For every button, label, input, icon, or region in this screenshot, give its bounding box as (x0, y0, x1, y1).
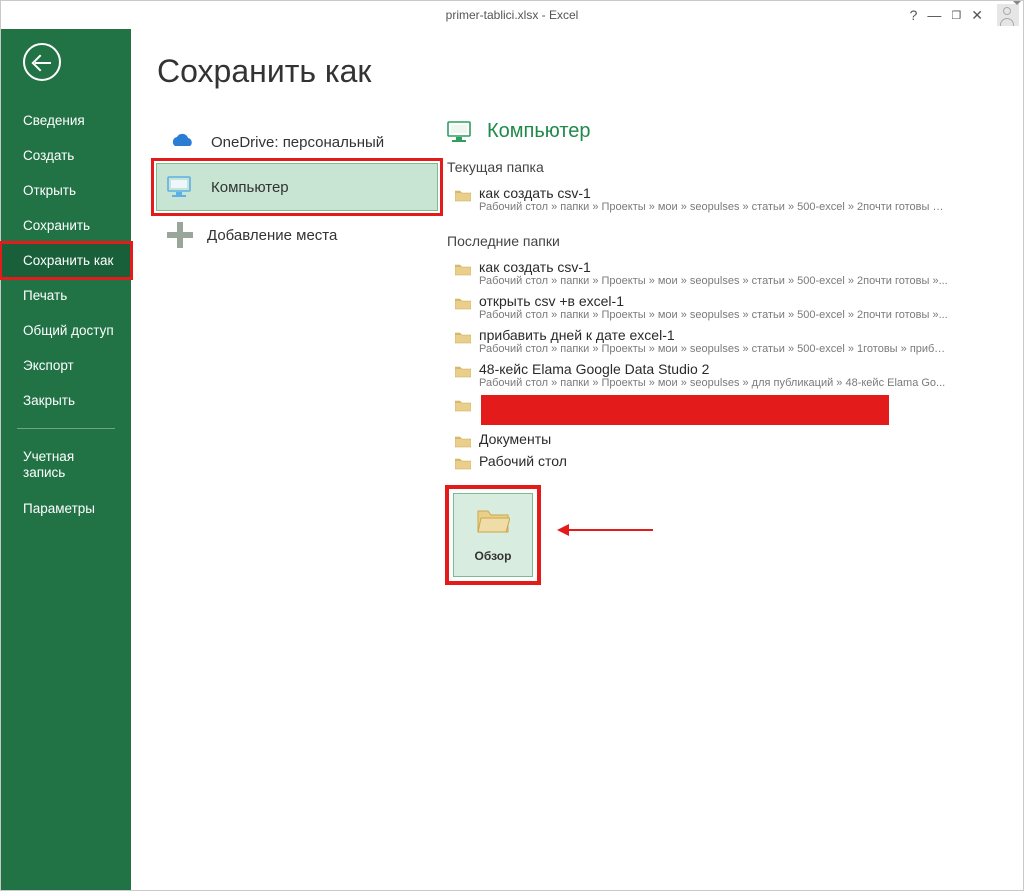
plus-icon (167, 222, 193, 248)
folder-icon (455, 398, 471, 410)
back-button[interactable] (23, 43, 61, 81)
browse-button[interactable]: Обзор (453, 493, 533, 577)
recent-folder-redacted[interactable] (447, 391, 995, 427)
browse-label: Обзор (475, 549, 512, 563)
sidebar-item-close[interactable]: Закрыть (1, 383, 131, 418)
redacted-overlay (481, 395, 889, 425)
folder-icon (455, 262, 471, 274)
location-addplace-label: Добавление места (207, 227, 337, 244)
backstage-main: Сохранить как OneDrive: персональный Ком… (131, 29, 1023, 890)
folder-icon (455, 456, 471, 468)
recent-folder-desktop[interactable]: Рабочий стол (447, 449, 995, 471)
sidebar-item-info[interactable]: Сведения (1, 103, 131, 138)
cloud-icon (167, 132, 197, 152)
recent-folder[interactable]: открыть csv +в excel-1 Рабочий стол » па… (447, 289, 995, 323)
annotation-arrow (563, 529, 653, 531)
folder-name: как создать csv-1 (479, 185, 995, 201)
sidebar-item-open[interactable]: Открыть (1, 173, 131, 208)
folder-name: Рабочий стол (479, 453, 995, 469)
folder-name: прибавить дней к дате excel-1 (479, 327, 995, 343)
folder-name: открыть csv +в excel-1 (479, 293, 995, 309)
minimize-icon[interactable]: — (927, 7, 941, 23)
location-add-place[interactable]: Добавление места (157, 210, 437, 260)
computer-icon (167, 176, 197, 198)
folder-path: Рабочий стол » папки » Проекты » мои » s… (479, 377, 949, 389)
help-icon[interactable]: ? (910, 7, 918, 23)
sidebar-separator (17, 428, 115, 429)
recent-folder[interactable]: прибавить дней к дате excel-1 Рабочий ст… (447, 323, 995, 357)
folder-icon (455, 188, 471, 200)
restore-icon[interactable]: ❐ (951, 9, 961, 22)
location-details: Компьютер Текущая папка как создать csv-… (437, 120, 1023, 577)
recent-folder[interactable]: 48-кейс Elama Google Data Studio 2 Рабоч… (447, 357, 995, 391)
folder-icon (455, 330, 471, 342)
folder-path: Рабочий стол » папки » Проекты » мои » s… (479, 201, 949, 213)
computer-icon (447, 121, 477, 143)
folder-icon (455, 364, 471, 376)
window-controls: ? — ❐ ✕ (910, 4, 1023, 26)
sidebar-item-print[interactable]: Печать (1, 278, 131, 313)
sidebar-item-new[interactable]: Создать (1, 138, 131, 173)
folder-name: 48-кейс Elama Google Data Studio 2 (479, 361, 995, 377)
details-header-title: Компьютер (487, 120, 591, 143)
folder-name: Документы (479, 431, 995, 447)
titlebar: primer-tablici.xlsx - Excel ? — ❐ ✕ (1, 1, 1023, 29)
current-folder-label: Текущая папка (447, 159, 995, 175)
location-computer[interactable]: Компьютер (156, 163, 438, 211)
folder-path: Рабочий стол » папки » Проекты » мои » s… (479, 275, 949, 287)
sidebar-item-export[interactable]: Экспорт (1, 348, 131, 383)
save-locations: OneDrive: персональный Компьютер Добавле… (157, 120, 437, 577)
recent-folder[interactable]: как создать csv-1 Рабочий стол » папки »… (447, 255, 995, 289)
sidebar-item-options[interactable]: Параметры (1, 491, 131, 526)
sidebar-item-account[interactable]: Учетная запись (1, 439, 131, 491)
folder-icon (455, 434, 471, 446)
location-onedrive[interactable]: OneDrive: персональный (157, 120, 437, 164)
folder-path: Рабочий стол » папки » Проекты » мои » s… (479, 309, 949, 321)
window-title: primer-tablici.xlsx - Excel (446, 8, 579, 22)
location-onedrive-label: OneDrive: персональный (211, 134, 384, 151)
sidebar-item-save[interactable]: Сохранить (1, 208, 131, 243)
current-folder[interactable]: как создать csv-1 Рабочий стол » папки »… (447, 181, 995, 215)
sidebar-item-saveas[interactable]: Сохранить как (1, 243, 131, 278)
folder-icon (455, 296, 471, 308)
account-avatar[interactable] (997, 4, 1019, 26)
folder-path: Рабочий стол » папки » Проекты » мои » s… (479, 343, 949, 355)
app-window: primer-tablici.xlsx - Excel ? — ❐ ✕ Свед… (0, 0, 1024, 891)
backstage-sidebar: Сведения Создать Открыть Сохранить Сохра… (1, 29, 131, 890)
folder-open-icon (476, 508, 510, 539)
sidebar-item-share[interactable]: Общий доступ (1, 313, 131, 348)
folder-name: как создать csv-1 (479, 259, 995, 275)
page-title: Сохранить как (157, 53, 1023, 90)
details-header: Компьютер (447, 120, 995, 143)
close-icon[interactable]: ✕ (971, 7, 983, 24)
recent-folder-documents[interactable]: Документы (447, 427, 995, 449)
location-computer-label: Компьютер (211, 179, 289, 196)
recent-folders-label: Последние папки (447, 233, 995, 249)
